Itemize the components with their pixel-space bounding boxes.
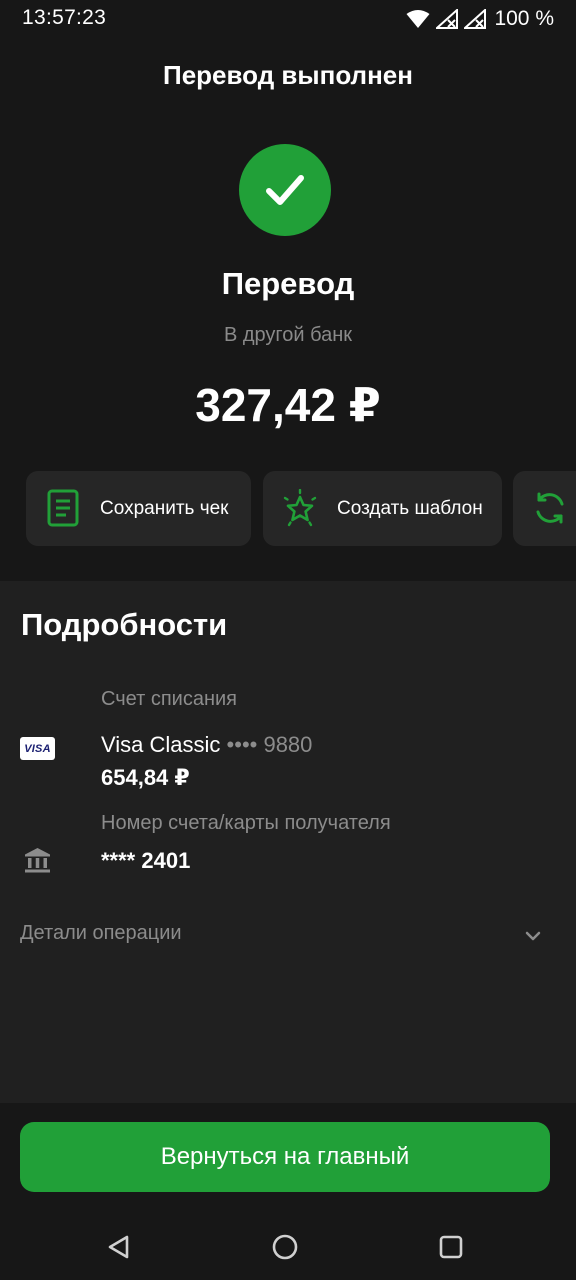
visa-badge-text: VISA — [24, 742, 51, 755]
create-template-button[interactable]: Создать шаблон — [263, 471, 502, 546]
card-balance: 654,84 ₽ — [101, 765, 190, 790]
action-chips: Сохранить чек Создать шаблон — [26, 471, 576, 547]
return-home-button[interactable]: Вернуться на главный — [20, 1122, 550, 1192]
recipient-number: **** 2401 — [101, 848, 191, 873]
check-icon — [266, 175, 304, 205]
signal-off-icon — [464, 9, 487, 29]
operation-details-label: Детали операции — [20, 922, 182, 944]
card-name: Visa Classic — [101, 732, 221, 757]
details-panel: Подробности Счет списания VISA Visa Clas… — [0, 581, 576, 1103]
debit-account-label: Счет списания — [101, 688, 237, 710]
save-receipt-button[interactable]: Сохранить чек — [26, 471, 251, 546]
visa-card-icon: VISA — [20, 737, 55, 760]
chevron-down-icon — [522, 925, 544, 947]
operation-title: Перевод — [221, 266, 355, 301]
repeat-icon — [531, 489, 569, 527]
nav-back-icon[interactable] — [104, 1232, 134, 1262]
operation-subtitle: В другой банк — [223, 324, 353, 346]
status-icons: 100 % — [406, 5, 554, 33]
signal-off-icon — [436, 9, 459, 29]
details-title: Подробности — [21, 607, 228, 642]
operation-details-toggle[interactable]: Детали операции — [0, 901, 576, 967]
star-icon — [281, 489, 319, 527]
screen: 13:57:23 100 % Перевод выполнен Перевод … — [0, 0, 576, 1280]
debit-card-row[interactable]: Visa Classic •••• 9880 — [101, 732, 312, 758]
recipient-label: Номер счета/карты получателя — [101, 812, 391, 834]
save-receipt-label: Сохранить чек — [100, 498, 229, 519]
status-time: 13:57:23 — [22, 6, 107, 29]
card-mask: •••• 9880 — [220, 732, 313, 757]
bank-icon — [24, 847, 51, 874]
page-title: Перевод выполнен — [163, 60, 413, 90]
success-badge — [239, 144, 331, 236]
wifi-icon — [406, 9, 430, 29]
operation-amount: 327,42 ₽ — [195, 379, 381, 431]
system-nav-bar — [0, 1212, 576, 1280]
repeat-transfer-button[interactable] — [513, 471, 576, 546]
receipt-icon — [44, 489, 82, 527]
battery-level: 100 % — [494, 7, 554, 30]
create-template-label: Создать шаблон — [337, 498, 483, 519]
status-bar: 13:57:23 100 % — [0, 0, 576, 40]
nav-recents-icon[interactable] — [436, 1232, 466, 1262]
nav-home-icon[interactable] — [270, 1232, 300, 1262]
